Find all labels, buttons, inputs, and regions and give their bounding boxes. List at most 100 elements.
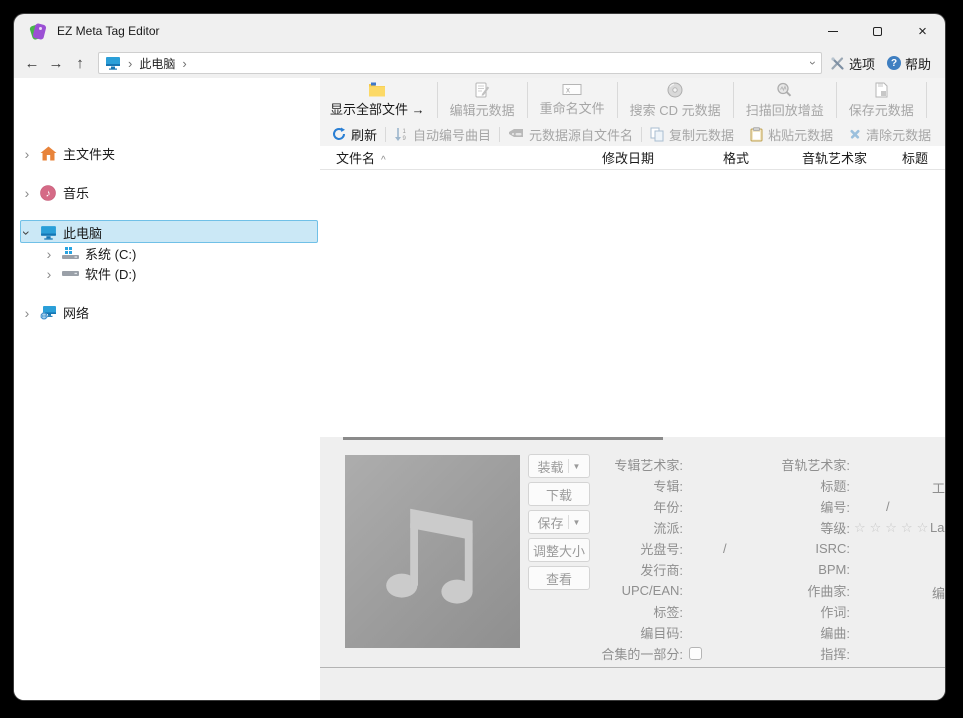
toolbar-separator	[617, 82, 618, 118]
auto-number-tracks-button[interactable]: 19 自动编号曲目	[386, 125, 499, 144]
svg-text:x: x	[566, 86, 570, 95]
column-header-modified-date[interactable]: 修改日期	[586, 148, 707, 167]
sidebar-item-drive-d[interactable]: › 软件 (D:)	[14, 263, 320, 284]
toolbar-separator	[836, 82, 837, 118]
back-button[interactable]: ←	[20, 55, 44, 72]
edit-document-icon	[474, 82, 490, 98]
auto-number-icon: 19	[394, 127, 408, 142]
paste-metadata-button[interactable]: 粘贴元数据	[742, 125, 841, 144]
svg-text:9: 9	[403, 136, 407, 142]
music-icon: ♪	[40, 185, 57, 200]
rename-textbox-icon: x	[562, 83, 582, 96]
field-isrc: ISRC:	[720, 538, 850, 559]
show-all-files-button[interactable]: 显示全部文件 →	[320, 78, 435, 122]
splitter-handle[interactable]	[343, 437, 663, 440]
minimize-button[interactable]	[810, 14, 855, 48]
window-title: EZ Meta Tag Editor	[57, 24, 160, 38]
clipped-fragment-composer-row: 编	[932, 583, 945, 602]
main-area: 显示全部文件 → 编辑元数据 x 重命名文件	[320, 78, 945, 700]
folder-tree: › 主文件夹 › ♪ 音乐 › 此电脑 ›	[14, 78, 320, 700]
svg-text:1: 1	[403, 129, 407, 135]
sidebar-item-music[interactable]: › ♪ 音乐	[14, 182, 320, 203]
column-header-title[interactable]: 标题	[886, 148, 945, 167]
breadcrumb-dropdown-icon[interactable]: ›	[806, 61, 820, 65]
field-publisher: 发行商:	[560, 559, 683, 580]
forward-button[interactable]: →	[44, 55, 68, 72]
network-icon	[40, 305, 57, 320]
clipped-fragment-rating-row: La	[930, 520, 944, 535]
secondary-toolbar: 刷新 19 自动编号曲目 元数据源自文件名	[320, 122, 945, 146]
expand-chevron[interactable]: ›	[22, 305, 32, 321]
field-upc-ean: UPC/EAN:	[560, 580, 683, 601]
options-button[interactable]: 选项	[849, 54, 875, 73]
sidebar-item-label[interactable]: 此电脑	[63, 223, 102, 242]
close-icon: ×	[918, 24, 927, 39]
field-part-of-compilation: 合集的一部分:	[560, 643, 702, 664]
expand-chevron[interactable]: ›	[44, 266, 54, 282]
compilation-checkbox[interactable]	[689, 647, 702, 660]
sidebar-item-label[interactable]: 网络	[63, 303, 89, 322]
file-list-header: 文件名^ 修改日期 格式 音轨艺术家 标题	[320, 146, 945, 170]
minimize-icon	[828, 31, 838, 32]
expand-chevron[interactable]: ›	[22, 185, 32, 201]
cd-icon	[667, 82, 683, 98]
refresh-icon	[332, 127, 346, 141]
file-list[interactable]	[320, 170, 945, 437]
toolbar-separator	[437, 82, 438, 118]
field-conductor: 指挥:	[720, 643, 850, 664]
expand-chevron[interactable]: ›	[44, 246, 54, 262]
maximize-button[interactable]	[855, 14, 900, 48]
column-header-format[interactable]: 格式	[707, 148, 786, 167]
computer-icon	[105, 56, 121, 70]
copy-metadata-button[interactable]: 复制元数据	[642, 125, 742, 144]
sidebar-item-this-pc[interactable]: › 此电脑	[14, 222, 320, 243]
sidebar-item-label[interactable]: 主文件夹	[63, 144, 115, 163]
sidebar-item-drive-c[interactable]: › 系统 (C:)	[14, 243, 320, 264]
clear-metadata-button[interactable]: 清除元数据	[841, 125, 939, 144]
edit-metadata-button[interactable]: 编辑元数据	[440, 78, 525, 122]
sidebar-item-label[interactable]: 软件 (D:)	[85, 264, 136, 283]
rename-file-button[interactable]: x 重命名文件	[530, 78, 615, 122]
system-drive-icon	[62, 246, 79, 261]
breadcrumb-location[interactable]: 此电脑	[139, 55, 175, 72]
svg-text:♪: ♪	[46, 189, 51, 200]
close-button[interactable]: ×	[900, 14, 945, 48]
breadcrumb[interactable]: › 此电脑 › ›	[98, 52, 822, 74]
sidebar-item-home[interactable]: › 主文件夹	[14, 143, 320, 164]
paste-clipboard-icon	[750, 127, 763, 142]
expand-chevron[interactable]: ›	[22, 146, 32, 162]
sidebar-item-network[interactable]: › 网络	[14, 302, 320, 323]
refresh-button[interactable]: 刷新	[324, 125, 385, 144]
address-bar: ← → ↑ › 此电脑 › › 选项 ? 帮助	[14, 48, 945, 78]
sidebar-item-label[interactable]: 系统 (C:)	[85, 244, 136, 263]
breadcrumb-separator-2[interactable]: ›	[182, 56, 186, 71]
help-button[interactable]: 帮助	[905, 54, 931, 73]
clipped-fragment-title-row: 工	[932, 478, 945, 497]
metadata-from-filename-button[interactable]: 元数据源自文件名	[500, 125, 641, 144]
sort-asc-icon: ^	[381, 155, 386, 166]
sidebar-item-label[interactable]: 音乐	[63, 183, 89, 202]
arrow-right-icon: →	[412, 102, 425, 117]
field-album: 专辑:	[560, 475, 683, 496]
field-genre: 流派:	[560, 517, 683, 538]
replaygain-scan-icon	[776, 82, 793, 98]
column-header-filename[interactable]: 文件名^	[320, 148, 586, 167]
field-catalog-number: 编目码:	[560, 622, 683, 643]
save-metadata-button[interactable]: 保存元数据	[839, 78, 924, 122]
field-disc-number: 光盘号: /	[560, 538, 727, 559]
field-track-artist: 音轨艺术家:	[720, 454, 850, 475]
tag-from-filename-icon	[508, 128, 524, 140]
folder-icon	[368, 82, 386, 97]
scan-replaygain-button[interactable]: 扫描回放增益	[736, 78, 834, 122]
computer-icon	[40, 225, 57, 240]
field-title: 标题:	[720, 475, 850, 496]
album-art-placeholder[interactable]	[345, 455, 520, 648]
search-cd-metadata-button[interactable]: 搜索 CD 元数据	[620, 78, 731, 122]
column-header-track-artist[interactable]: 音轨艺术家	[786, 148, 886, 167]
collapse-chevron[interactable]: ›	[19, 228, 35, 238]
titlebar[interactable]: EZ Meta Tag Editor ×	[14, 14, 945, 48]
rating-stars[interactable]: ☆☆☆☆☆	[854, 520, 932, 536]
toolbar-separator	[926, 82, 927, 118]
up-button[interactable]: ↑	[68, 55, 92, 72]
field-arranger: 编曲:	[720, 622, 850, 643]
